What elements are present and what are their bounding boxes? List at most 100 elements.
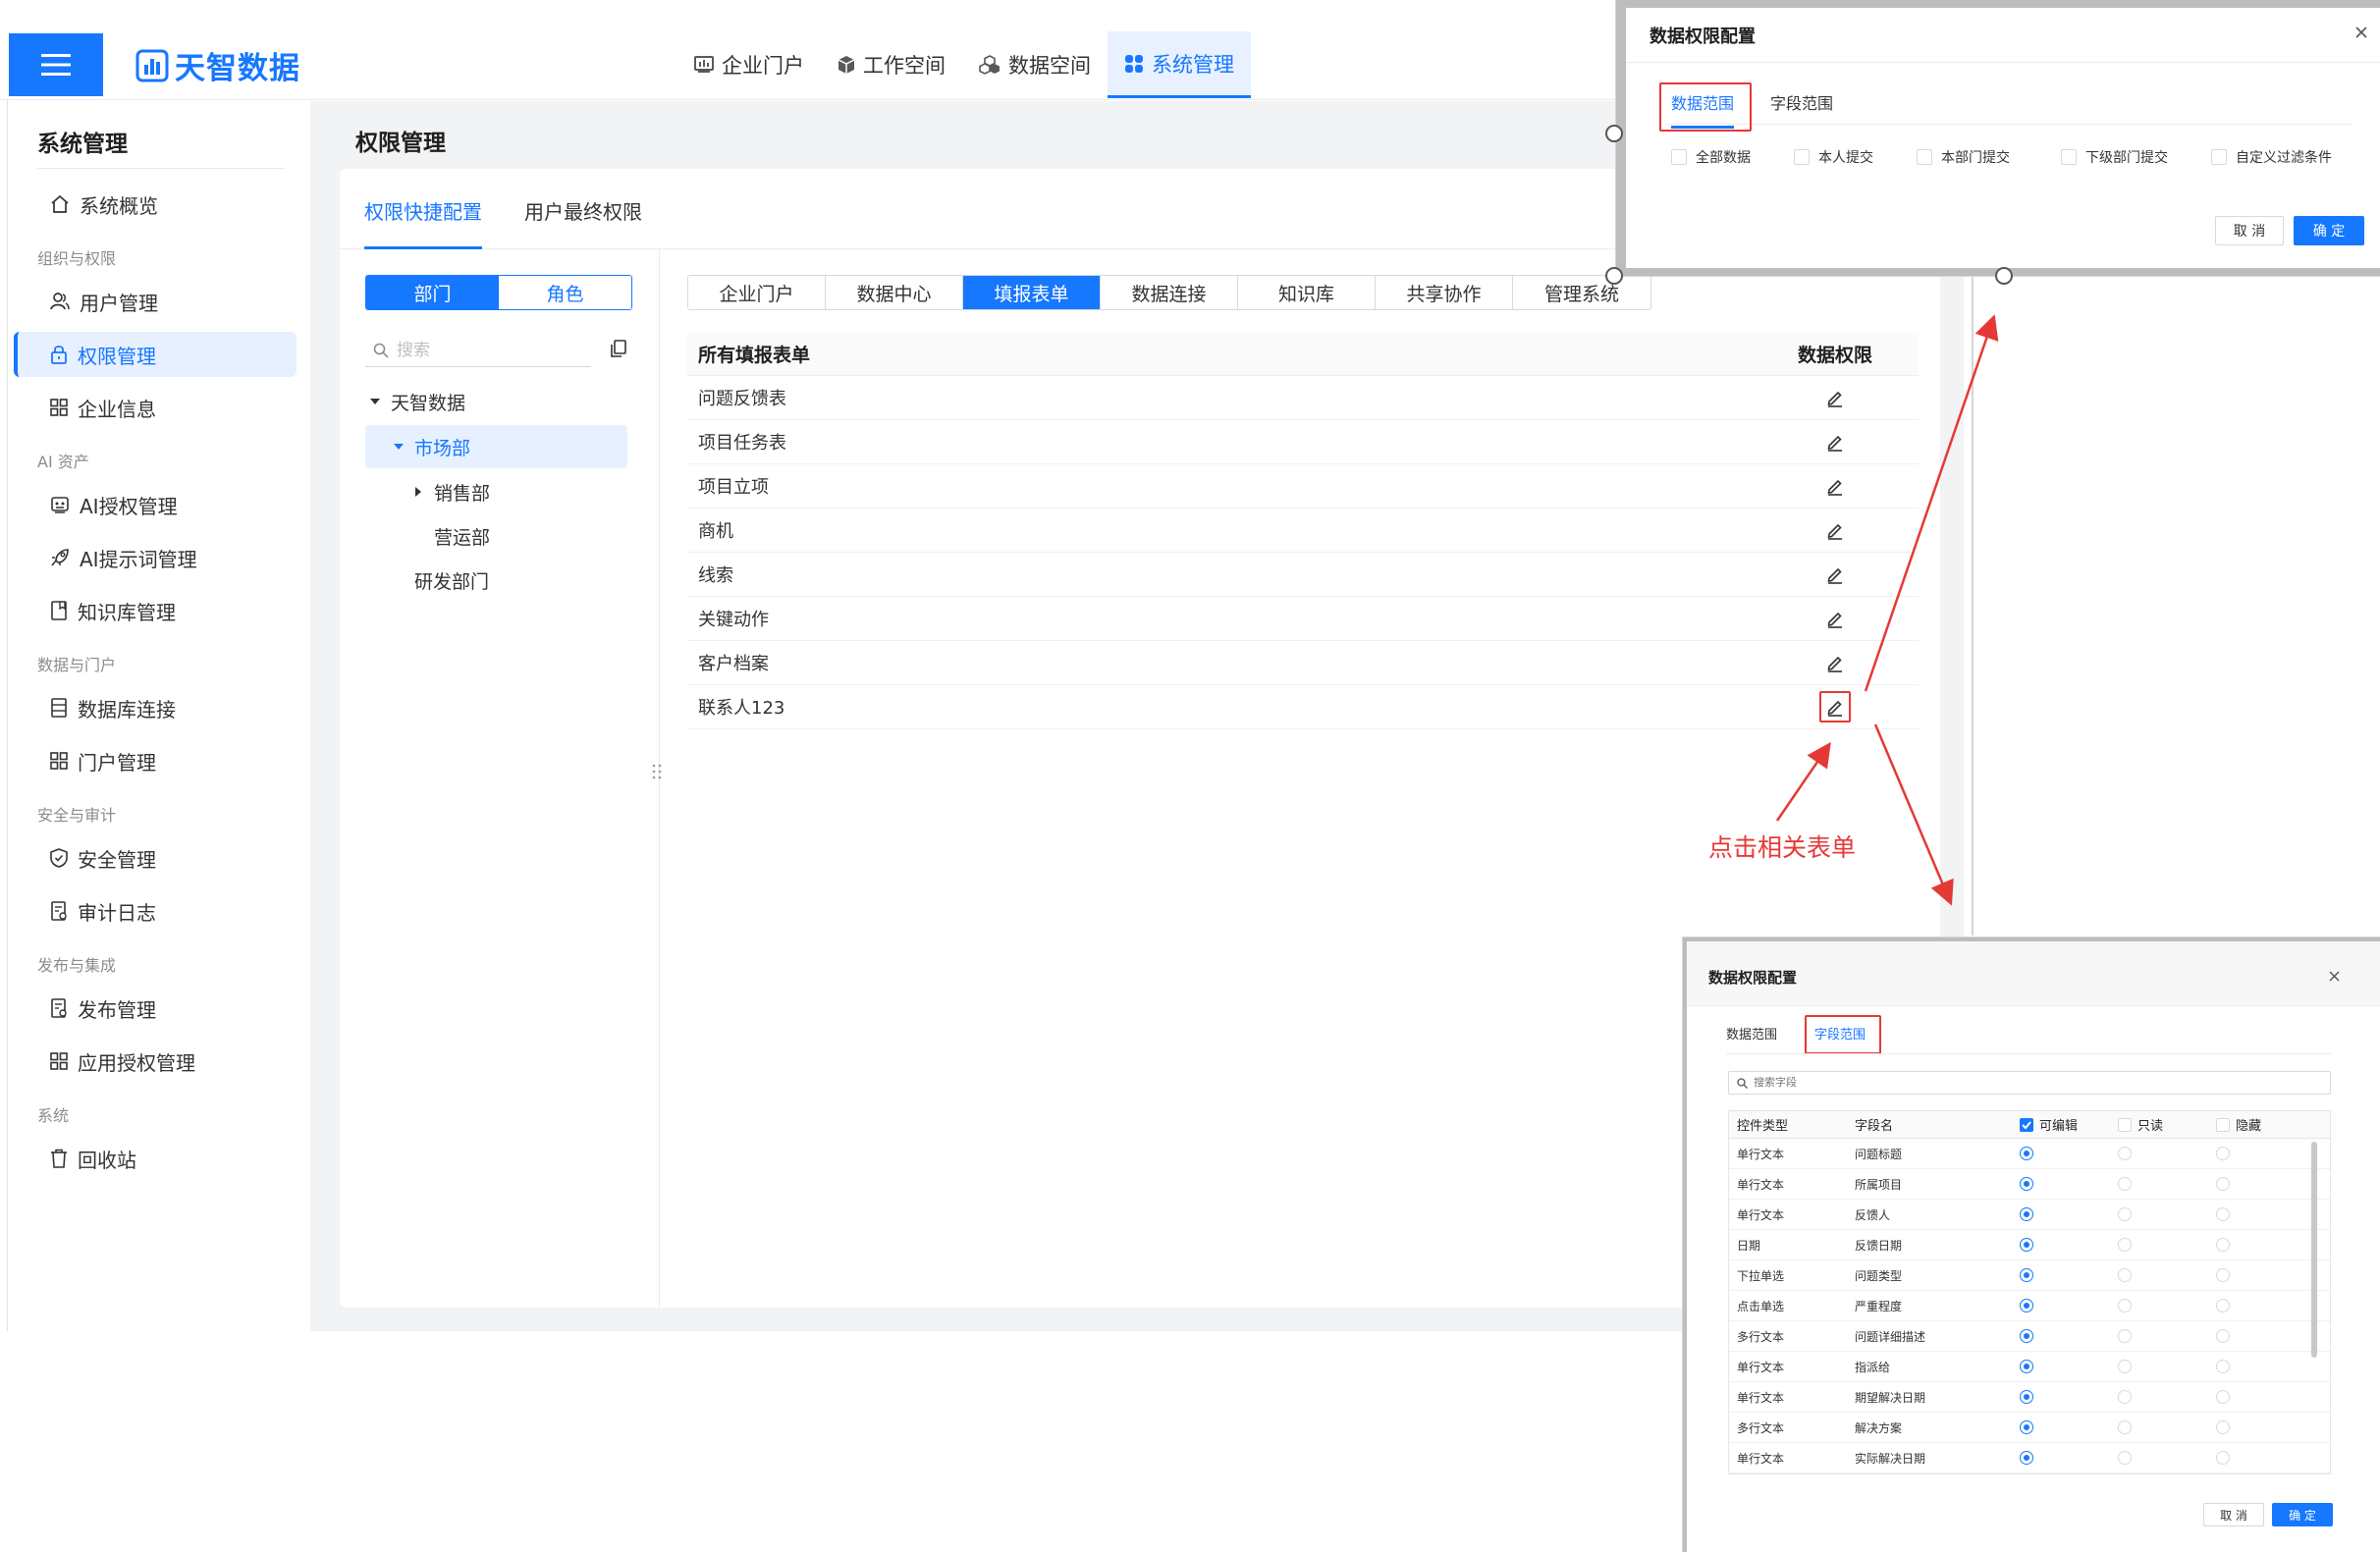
segment-role[interactable]: 角色 (499, 276, 631, 309)
resize-handle[interactable] (1605, 267, 1623, 285)
dialog-tab-field-scope[interactable]: 字段范围 (1770, 90, 1833, 114)
radio-hidden[interactable] (2216, 1147, 2230, 1160)
option-custom-filter[interactable]: 自定义过滤条件 (2211, 147, 2358, 167)
sidebar-item-db-connection[interactable]: 数据库连接 (14, 685, 297, 730)
edit-icon[interactable] (1819, 382, 1851, 413)
sidebar-item-security[interactable]: 安全管理 (14, 835, 297, 881)
radio-readonly[interactable] (2118, 1268, 2132, 1282)
radio-editable[interactable] (2020, 1147, 2033, 1160)
edit-icon[interactable] (1819, 426, 1851, 457)
sidebar-item-ai-auth[interactable]: AI授权管理 (14, 482, 297, 527)
radio-readonly[interactable] (2118, 1329, 2132, 1343)
radio-editable[interactable] (2020, 1207, 2033, 1221)
sub-tab-data-center[interactable]: 数据中心 (826, 276, 963, 309)
field-search-input[interactable] (1754, 1077, 2303, 1089)
sub-tab-knowledge-base[interactable]: 知识库 (1238, 276, 1376, 309)
drag-handle-icon[interactable] (652, 763, 662, 780)
radio-hidden[interactable] (2216, 1451, 2230, 1465)
tree-search-input[interactable] (397, 340, 583, 360)
sidebar-item-ai-prompt[interactable]: AI提示词管理 (14, 535, 297, 580)
radio-readonly[interactable] (2118, 1299, 2132, 1312)
radio-hidden[interactable] (2216, 1329, 2230, 1343)
sub-tab-collaboration[interactable]: 共享协作 (1376, 276, 1513, 309)
tree-node-rd[interactable]: 研发部门 (414, 559, 611, 602)
radio-readonly[interactable] (2118, 1177, 2132, 1191)
sidebar-item-app-auth[interactable]: 应用授权管理 (14, 1039, 297, 1084)
table-scrollbar[interactable] (2311, 1142, 2317, 1358)
ok-button[interactable]: 确 定 (2294, 216, 2364, 245)
option-all-data[interactable]: 全部数据 (1671, 147, 1794, 167)
radio-editable[interactable] (2020, 1390, 2033, 1404)
radio-editable[interactable] (2020, 1238, 2033, 1252)
close-icon[interactable] (2329, 971, 2340, 982)
radio-readonly[interactable] (2118, 1451, 2132, 1465)
checkbox[interactable] (1671, 149, 1687, 165)
sidebar-item-knowledge-base[interactable]: 知识库管理 (14, 588, 297, 633)
resize-handle[interactable] (1995, 267, 2013, 285)
sidebar-item-publish[interactable]: 发布管理 (14, 986, 297, 1031)
radio-editable[interactable] (2020, 1420, 2033, 1434)
tree-node-sales[interactable]: 销售部 (412, 470, 609, 513)
radio-readonly[interactable] (2118, 1207, 2132, 1221)
resize-handle[interactable] (1605, 125, 1623, 142)
topnav-workspace[interactable]: 工作空间 (821, 31, 962, 98)
edit-icon[interactable] (1819, 514, 1851, 546)
sidebar-item-recycle-bin[interactable]: 回收站 (14, 1136, 297, 1181)
sidebar-item-permissions[interactable]: 权限管理 (14, 332, 297, 377)
option-self-submitted[interactable]: 本人提交 (1794, 147, 1917, 167)
segment-department[interactable]: 部门 (366, 276, 499, 309)
dialog-tab-data-scope[interactable]: 数据范围 (1726, 1024, 1777, 1043)
checkbox-all-readonly[interactable] (2118, 1117, 2132, 1132)
edit-icon[interactable] (1819, 691, 1851, 722)
checkbox[interactable] (2211, 149, 2227, 165)
radio-readonly[interactable] (2118, 1420, 2132, 1434)
radio-editable[interactable] (2020, 1329, 2033, 1343)
option-sub-dept-submitted[interactable]: 下级部门提交 (2061, 147, 2211, 167)
sub-tab-data-connection[interactable]: 数据连接 (1101, 276, 1238, 309)
radio-hidden[interactable] (2216, 1177, 2230, 1191)
sidebar-item-users[interactable]: 用户管理 (14, 279, 297, 324)
cancel-button[interactable]: 取 消 (2203, 1503, 2264, 1526)
checkbox-all-editable[interactable] (2020, 1117, 2033, 1132)
radio-editable[interactable] (2020, 1268, 2033, 1282)
cancel-button[interactable]: 取 消 (2215, 216, 2284, 245)
edit-icon[interactable] (1819, 603, 1851, 634)
edit-icon[interactable] (1819, 647, 1851, 678)
topnav-enterprise-portal[interactable]: 企业门户 (677, 31, 821, 98)
checkbox[interactable] (1794, 149, 1810, 165)
edit-icon[interactable] (1819, 559, 1851, 590)
edit-icon[interactable] (1819, 470, 1851, 502)
radio-readonly[interactable] (2118, 1390, 2132, 1404)
sidebar-item-company-info[interactable]: 企业信息 (14, 385, 297, 430)
tab-quick-config[interactable]: 权限快捷配置 (364, 196, 482, 249)
checkbox-all-hidden[interactable] (2216, 1117, 2230, 1132)
radio-editable[interactable] (2020, 1177, 2033, 1191)
radio-editable[interactable] (2020, 1451, 2033, 1465)
radio-editable[interactable] (2020, 1299, 2033, 1312)
tree-node-market[interactable]: 市场部 (365, 425, 627, 468)
checkbox[interactable] (2061, 149, 2077, 165)
radio-hidden[interactable] (2216, 1360, 2230, 1373)
radio-hidden[interactable] (2216, 1299, 2230, 1312)
radio-editable[interactable] (2020, 1360, 2033, 1373)
ok-button[interactable]: 确 定 (2272, 1503, 2333, 1526)
tree-node-ops[interactable]: 营运部 (434, 514, 611, 558)
tree-node-root[interactable]: 天智数据 (369, 380, 624, 423)
sidebar-item-audit-log[interactable]: 审计日志 (14, 888, 297, 934)
radio-hidden[interactable] (2216, 1238, 2230, 1252)
radio-readonly[interactable] (2118, 1147, 2132, 1160)
sidebar-item-overview[interactable]: 系统概览 (14, 182, 297, 227)
sidebar-item-portal[interactable]: 门户管理 (14, 738, 297, 783)
close-icon[interactable] (2354, 26, 2368, 39)
sub-tab-forms[interactable]: 填报表单 (963, 276, 1101, 309)
radio-readonly[interactable] (2118, 1360, 2132, 1373)
menu-toggle-button[interactable] (9, 33, 103, 96)
sub-tab-enterprise-portal[interactable]: 企业门户 (688, 276, 826, 309)
topnav-data-space[interactable]: 数据空间 (962, 31, 1108, 98)
topnav-system-management[interactable]: 系统管理 (1108, 31, 1251, 98)
tab-user-final-permission[interactable]: 用户最终权限 (524, 196, 642, 249)
checkbox[interactable] (1917, 149, 1932, 165)
option-dept-submitted[interactable]: 本部门提交 (1917, 147, 2061, 167)
radio-hidden[interactable] (2216, 1207, 2230, 1221)
radio-hidden[interactable] (2216, 1420, 2230, 1434)
